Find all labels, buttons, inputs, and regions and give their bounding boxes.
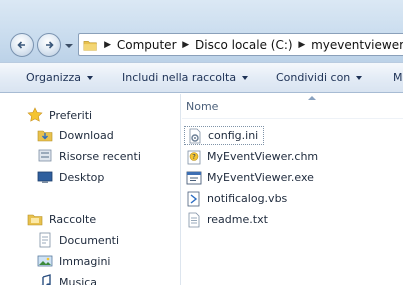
navigation-pane: Preferiti Download Risorse recenti Deskt… xyxy=(0,94,181,285)
libraries-icon xyxy=(27,211,43,227)
breadcrumb-separator-icon[interactable]: ▶ xyxy=(180,40,193,50)
nav-images[interactable]: Immagini xyxy=(37,252,110,270)
nav-download-label: Download xyxy=(59,128,114,142)
breadcrumb-myeventviewer[interactable]: myeventviewer xyxy=(308,38,403,52)
download-folder-icon xyxy=(37,127,53,143)
more-button[interactable]: M xyxy=(393,71,403,84)
nav-recent-label: Risorse recenti xyxy=(59,149,141,163)
nav-images-label: Immagini xyxy=(59,254,111,268)
nav-music[interactable]: Musica xyxy=(37,273,97,285)
forward-button[interactable] xyxy=(37,33,61,57)
nav-libraries-label: Raccolte xyxy=(49,212,97,226)
file-name: MyEventViewer.chm xyxy=(207,150,319,163)
file-item[interactable]: config.ini xyxy=(184,126,264,145)
breadcrumb-computer[interactable]: Computer xyxy=(114,38,180,52)
back-arrow-icon xyxy=(17,41,25,49)
breadcrumb-local-disk[interactable]: Disco locale (C:) xyxy=(192,38,296,52)
breadcrumb-separator-icon[interactable]: ▶ xyxy=(101,40,114,50)
organize-button[interactable]: Organizza xyxy=(26,71,94,84)
file-item[interactable]: notificalog.vbs xyxy=(184,189,287,208)
address-region: ▶ Computer ▶ Disco locale (C:) ▶ myevent… xyxy=(0,0,403,62)
help-file-icon: ? xyxy=(186,149,202,165)
documents-icon xyxy=(37,232,53,248)
share-with-button[interactable]: Condividi con xyxy=(276,71,363,84)
file-name: config.ini xyxy=(208,129,259,142)
text-file-icon xyxy=(186,212,202,228)
recent-places-icon xyxy=(37,148,53,164)
file-list: Nome config.ini ? MyEventViewer.chm MyEv… xyxy=(182,94,403,285)
nav-libraries[interactable]: Raccolte xyxy=(27,210,96,228)
dropdown-caret-icon xyxy=(356,75,363,80)
sort-indicator-icon xyxy=(308,96,316,100)
share-label: Condividi con xyxy=(276,71,351,84)
nav-download[interactable]: Download xyxy=(37,126,114,144)
nav-documents-label: Documenti xyxy=(59,233,120,247)
column-header-name[interactable]: Nome xyxy=(186,100,218,113)
nav-recent[interactable]: Risorse recenti xyxy=(37,147,141,165)
dropdown-caret-icon xyxy=(242,75,249,80)
folder-icon xyxy=(83,40,97,51)
exe-file-icon xyxy=(186,170,202,186)
dropdown-caret-icon xyxy=(87,75,94,80)
file-item[interactable]: MyEventViewer.exe xyxy=(184,168,314,187)
nav-favorites[interactable]: Preferiti xyxy=(27,106,92,124)
file-name: MyEventViewer.exe xyxy=(207,171,314,184)
more-label: M xyxy=(393,71,403,84)
back-button[interactable] xyxy=(10,33,34,57)
include-label: Includi nella raccolta xyxy=(122,71,237,84)
nav-music-label: Musica xyxy=(59,275,98,285)
nav-favorites-label: Preferiti xyxy=(49,108,93,122)
star-icon xyxy=(27,107,43,123)
address-bar[interactable]: ▶ Computer ▶ Disco locale (C:) ▶ myevent… xyxy=(78,33,403,56)
nav-documents[interactable]: Documenti xyxy=(37,231,119,249)
svg-text:?: ? xyxy=(192,153,196,161)
file-item[interactable]: ? MyEventViewer.chm xyxy=(184,147,318,166)
command-bar: Organizza Includi nella raccolta Condivi… xyxy=(0,62,403,93)
desktop-icon xyxy=(37,169,53,185)
nav-desktop[interactable]: Desktop xyxy=(37,168,104,186)
file-name: notificalog.vbs xyxy=(207,192,288,205)
include-in-library-button[interactable]: Includi nella raccolta xyxy=(122,71,249,84)
file-name: readme.txt xyxy=(207,213,268,226)
script-file-icon xyxy=(186,191,202,207)
breadcrumb-separator-icon[interactable]: ▶ xyxy=(296,40,309,50)
file-item[interactable]: readme.txt xyxy=(184,210,268,229)
header-divider xyxy=(182,118,403,119)
organize-label: Organizza xyxy=(26,71,82,84)
music-icon xyxy=(37,274,53,285)
images-icon xyxy=(37,253,53,269)
ini-file-icon xyxy=(187,128,203,144)
recent-pages-chevron-icon[interactable] xyxy=(64,42,74,50)
nav-desktop-label: Desktop xyxy=(59,170,105,184)
forward-arrow-icon xyxy=(46,41,54,49)
